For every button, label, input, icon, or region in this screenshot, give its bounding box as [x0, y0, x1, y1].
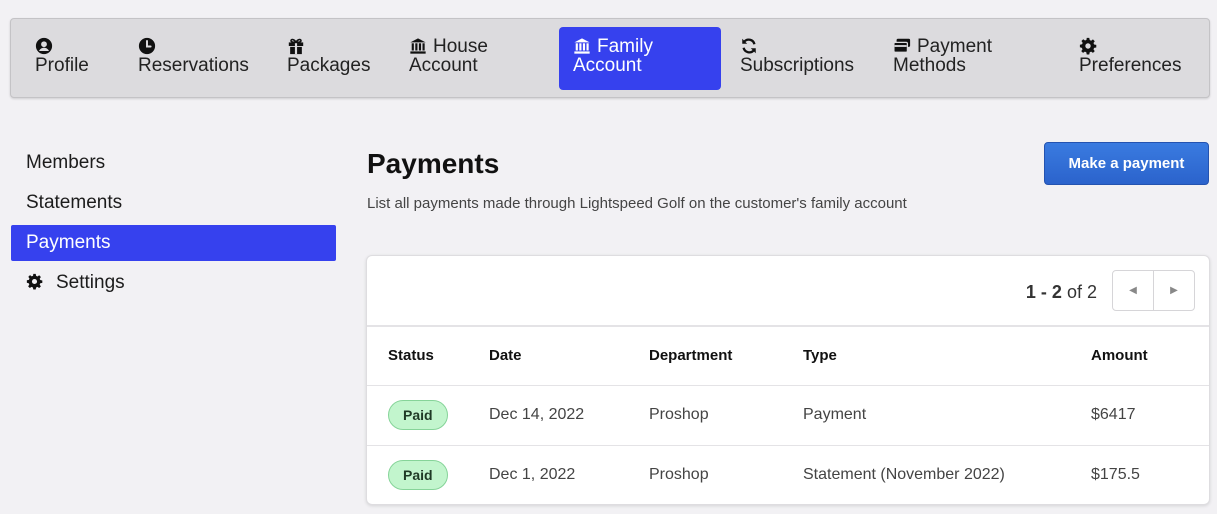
- tab-label: Account: [409, 55, 478, 76]
- tab-label: Reservations: [138, 55, 249, 76]
- tab-label: Preferences: [1079, 55, 1182, 76]
- sync-icon: [740, 37, 760, 55]
- cell-department: Proshop: [649, 385, 803, 446]
- page-title: Payments: [367, 148, 500, 179]
- payments-table: Status Date Department Type Amount Paid …: [367, 327, 1209, 504]
- cell-type: Payment: [803, 385, 1091, 446]
- tab-payment-methods[interactable]: Payment Methods: [879, 27, 1006, 90]
- gift-icon: [287, 37, 307, 55]
- credit-card-icon: [893, 37, 913, 55]
- pagination-bar: 1 - 2 of 2 ◀ ▶: [367, 256, 1209, 327]
- cell-type: Statement (November 2022): [803, 466, 1005, 484]
- sidebar-item-statements[interactable]: Statements: [11, 185, 336, 221]
- sidebar-item-label: Settings: [56, 272, 125, 293]
- sidebar-item-payments[interactable]: Payments: [11, 225, 336, 261]
- cell-department: Proshop: [649, 466, 709, 484]
- tab-label: Methods: [893, 55, 966, 76]
- caret-left-icon: ◀: [1129, 285, 1137, 296]
- payments-card: 1 - 2 of 2 ◀ ▶ Status Date Department Ty…: [366, 255, 1210, 505]
- side-navigation: Members Statements Payments Settings: [11, 145, 336, 305]
- top-navigation: Profile Reservations Packages House Acco…: [10, 18, 1210, 98]
- column-header-department: Department: [649, 327, 803, 386]
- bank-icon: [409, 37, 429, 55]
- pagination-controls: ◀ ▶: [1112, 270, 1195, 311]
- column-header-type: Type: [803, 327, 1091, 386]
- tab-packages[interactable]: Packages: [273, 27, 384, 90]
- pagination-summary: 1 - 2 of 2: [1026, 282, 1097, 303]
- pagination-total: of 2: [1066, 282, 1097, 302]
- user-circle-icon: [35, 37, 55, 55]
- tab-subscriptions[interactable]: Subscriptions: [726, 27, 868, 90]
- tab-label: Subscriptions: [740, 55, 855, 76]
- cell-amount: $175.5: [1091, 466, 1140, 484]
- tab-family-account[interactable]: Family Account: [559, 27, 721, 90]
- tab-label: Account: [573, 55, 642, 76]
- tab-preferences[interactable]: Preferences: [1065, 27, 1195, 90]
- gear-icon: [26, 267, 44, 290]
- previous-page-button[interactable]: ◀: [1113, 271, 1153, 310]
- table-header-row: Status Date Department Type Amount: [367, 327, 1209, 386]
- table-row[interactable]: Paid Dec 1, 2022 Proshop Statement (Nove…: [367, 445, 1209, 504]
- pagination-range: 1 - 2: [1025, 282, 1062, 302]
- tab-label-line1: Family: [597, 36, 653, 57]
- gear-icon: [1079, 37, 1099, 55]
- tab-house-account[interactable]: House Account: [395, 27, 502, 90]
- status-badge: Paid: [388, 460, 448, 491]
- cell-amount: $6417: [1091, 385, 1209, 446]
- next-page-button[interactable]: ▶: [1153, 271, 1194, 310]
- make-payment-button[interactable]: Make a payment: [1044, 142, 1209, 185]
- cell-date: Dec 1, 2022: [489, 466, 576, 484]
- column-header-status: Status: [367, 327, 489, 386]
- sidebar-item-members[interactable]: Members: [11, 145, 336, 181]
- clock-icon: [138, 37, 158, 55]
- caret-right-icon: ▶: [1170, 285, 1178, 296]
- tab-label-line1: Payment: [917, 36, 992, 57]
- page-description: List all payments made through Lightspee…: [367, 195, 907, 212]
- cell-date: Dec 14, 2022: [489, 385, 649, 446]
- status-badge: Paid: [388, 400, 448, 430]
- tab-reservations[interactable]: Reservations: [124, 27, 263, 90]
- tab-label: Profile: [35, 55, 89, 76]
- tab-profile[interactable]: Profile: [21, 27, 103, 90]
- column-header-date: Date: [489, 327, 649, 386]
- tab-label-line1: House: [433, 36, 488, 57]
- sidebar-item-settings[interactable]: Settings: [11, 265, 336, 301]
- bank-icon: [573, 37, 593, 55]
- column-header-amount: Amount: [1091, 327, 1209, 386]
- table-row[interactable]: Paid Dec 14, 2022 Proshop Payment $6417: [367, 385, 1209, 446]
- tab-label: Packages: [287, 55, 371, 76]
